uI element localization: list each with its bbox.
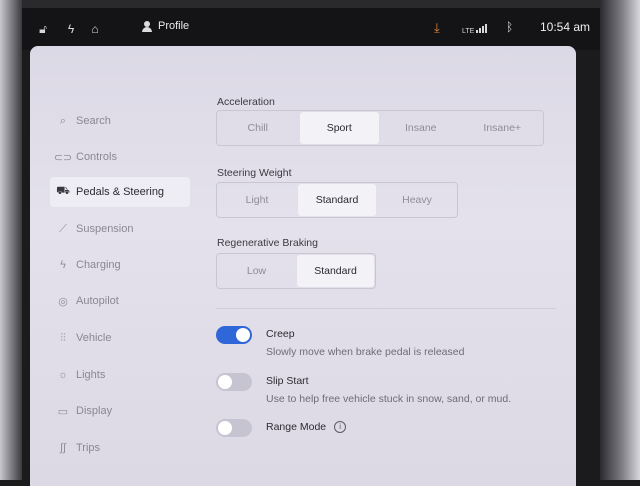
steering-weight-option-standard[interactable]: Standard bbox=[298, 184, 376, 216]
sidebar-item-pedals-steering[interactable]: ⛟ Pedals & Steering bbox=[50, 177, 190, 207]
sidebar-item-label: Charging bbox=[76, 259, 121, 271]
sidebar-item-autopilot[interactable]: ◎ Autopilot bbox=[50, 286, 190, 316]
sidebar-item-label: Trips bbox=[76, 442, 101, 454]
sidebar-item-label: Display bbox=[76, 405, 113, 417]
bolt-icon: ϟ bbox=[60, 259, 66, 271]
steering-weight-option-heavy[interactable]: Heavy bbox=[378, 184, 456, 216]
sidebar-item-display[interactable]: ▭ Display bbox=[50, 396, 190, 426]
signal-bars-icon bbox=[475, 24, 488, 35]
profile-label: Profile bbox=[158, 20, 190, 32]
screen-bezel-top bbox=[0, 0, 640, 8]
steering-weight-heading: Steering Weight bbox=[217, 167, 292, 179]
trips-icon: ∫∫ bbox=[59, 442, 67, 454]
regenerative-braking-heading: Regenerative Braking bbox=[217, 237, 318, 249]
sidebar-item-vehicle[interactable]: ⫶⫶ Vehicle bbox=[50, 323, 190, 353]
slip-start-label: Slip Start bbox=[266, 375, 309, 387]
display-icon: ▭ bbox=[57, 405, 69, 418]
network-label: LTE bbox=[462, 28, 475, 35]
sidebar-item-label: Lights bbox=[76, 369, 106, 381]
regenerative-braking-selector: Low Standard bbox=[216, 253, 376, 289]
person-icon bbox=[142, 20, 152, 32]
steering-weight-selector: Light Standard Heavy bbox=[216, 182, 458, 218]
home-icon[interactable]: ⌂ bbox=[88, 22, 102, 36]
toggle-knob bbox=[218, 421, 232, 435]
bolt-icon[interactable]: ϟ bbox=[64, 22, 78, 36]
toggle-knob bbox=[218, 375, 232, 389]
profile-button[interactable]: Profile bbox=[142, 20, 189, 32]
slip-start-toggle[interactable] bbox=[216, 373, 252, 391]
bluetooth-icon[interactable]: ᛒ bbox=[506, 20, 513, 34]
acceleration-heading: Acceleration bbox=[217, 96, 275, 108]
info-icon[interactable]: i bbox=[334, 421, 347, 434]
range-mode-row: Range Mode i bbox=[266, 421, 347, 434]
steering-weight-option-light[interactable]: Light bbox=[218, 184, 296, 216]
screen-bezel-right bbox=[600, 0, 640, 480]
regen-option-low[interactable]: Low bbox=[218, 255, 295, 287]
sidebar-item-label: Controls bbox=[76, 151, 117, 163]
suspension-icon: ⟋ bbox=[59, 222, 67, 235]
download-icon[interactable]: ⤓ bbox=[434, 20, 440, 36]
regen-option-standard[interactable]: Standard bbox=[297, 255, 374, 287]
clock-time: 10:54 am bbox=[540, 20, 591, 34]
sidebar-item-trips[interactable]: ∫∫ Trips bbox=[50, 433, 190, 463]
creep-label: Creep bbox=[266, 328, 295, 340]
sidebar-item-label: Pedals & Steering bbox=[76, 186, 165, 198]
creep-toggle[interactable] bbox=[216, 326, 252, 344]
cellular-signal-icon: LTE bbox=[462, 24, 488, 35]
search-icon: ⌕ bbox=[59, 114, 67, 127]
screen-bezel-left bbox=[0, 0, 22, 480]
sidebar-item-label: Autopilot bbox=[76, 295, 119, 307]
range-mode-toggle[interactable] bbox=[216, 419, 252, 437]
sidebar-item-label: Search bbox=[76, 115, 111, 127]
sidebar-item-charging[interactable]: ϟ Charging bbox=[50, 250, 190, 280]
toggle-knob bbox=[236, 328, 250, 342]
sidebar-item-lights[interactable]: ☼ Lights bbox=[50, 360, 190, 390]
creep-description: Slowly move when brake pedal is released bbox=[266, 346, 465, 358]
steering-wheel-icon: ◎ bbox=[58, 295, 68, 308]
car-icon: ⛟ bbox=[56, 185, 70, 197]
settings-panel: ⌕ Search ⊂⊃ Controls ⛟ Pedals & Steering… bbox=[30, 46, 576, 486]
toggle-icon: ⊂⊃ bbox=[53, 151, 73, 164]
lock-icon[interactable]: 🔓︎ bbox=[36, 22, 50, 36]
sidebar-item-label: Suspension bbox=[76, 223, 134, 235]
range-mode-label: Range Mode bbox=[266, 421, 327, 433]
sidebar-item-label: Vehicle bbox=[76, 332, 112, 344]
acceleration-option-sport[interactable]: Sport bbox=[299, 112, 379, 144]
status-bar: 🔓︎ ϟ ⌂ Profile ⤓ LTE ᛒ 10:54 am bbox=[22, 8, 600, 50]
sun-icon: ☼ bbox=[57, 369, 69, 381]
acceleration-selector: Chill Sport Insane Insane+ bbox=[216, 110, 544, 146]
sidebar-item-controls[interactable]: ⊂⊃ Controls bbox=[50, 142, 190, 172]
acceleration-option-insane[interactable]: Insane bbox=[381, 112, 461, 144]
sliders-icon: ⫶⫶ bbox=[60, 331, 66, 344]
acceleration-option-chill[interactable]: Chill bbox=[218, 112, 298, 144]
acceleration-option-insane-plus[interactable]: Insane+ bbox=[463, 112, 543, 144]
slip-start-description: Use to help free vehicle stuck in snow, … bbox=[266, 393, 512, 405]
section-divider bbox=[216, 308, 556, 309]
sidebar-item-search[interactable]: ⌕ Search bbox=[50, 106, 190, 136]
sidebar-item-suspension[interactable]: ⟋ Suspension bbox=[50, 214, 190, 244]
